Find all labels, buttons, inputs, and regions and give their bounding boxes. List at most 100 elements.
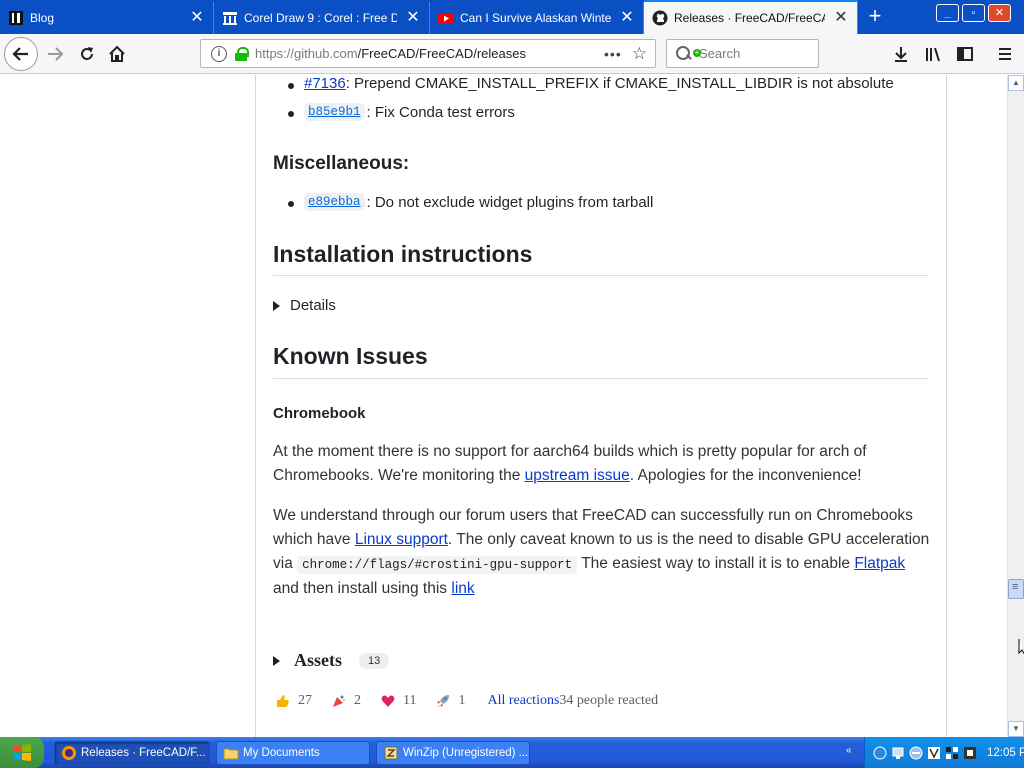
tab-label: Corel Draw 9 : Corel : Free Down xyxy=(244,11,397,25)
tab-label: Can I Survive Alaskan Winter wi xyxy=(460,11,611,25)
reaction-count: 27 xyxy=(298,693,312,708)
library-icon xyxy=(926,47,940,62)
gpu-flag-code: chrome://flags/#crostini-gpu-support xyxy=(297,556,578,574)
scroll-down-arrow[interactable]: ▼ xyxy=(1008,721,1024,737)
downloads-button[interactable] xyxy=(886,39,916,69)
upstream-issue-link[interactable]: upstream issue xyxy=(525,467,630,484)
rocket-icon xyxy=(436,694,450,708)
linux-support-link[interactable]: Linux support xyxy=(355,531,448,548)
new-tab-button[interactable]: + xyxy=(862,4,888,30)
bookmark-star-icon[interactable]: ☆ xyxy=(632,44,647,64)
chromebook-heading: Chromebook xyxy=(273,405,366,422)
chromebook-paragraph-2: We understand through our forum users th… xyxy=(273,504,933,601)
taskbar-item-winzip[interactable]: WinZip (Unregistered) ... xyxy=(376,741,530,765)
divider xyxy=(273,275,929,276)
back-button[interactable] xyxy=(4,37,38,71)
url-path: /FreeCAD/FreeCAD/releases xyxy=(357,46,526,61)
para-text: The easiest way to install it is to enab… xyxy=(577,555,855,572)
tab-alaskan[interactable]: Can I Survive Alaskan Winter wi ✕ xyxy=(430,2,644,34)
search-input[interactable]: + Search xyxy=(666,39,819,68)
mouse-cursor-icon xyxy=(1018,639,1024,655)
release-card: #7136 : Prepend CMAKE_INSTALL_PREFIX if … xyxy=(255,75,947,737)
commit-link[interactable]: b85e9b1 xyxy=(304,103,365,121)
page-actions-button[interactable]: ••• xyxy=(604,46,622,62)
tray-expand-icon[interactable]: « xyxy=(846,745,860,759)
info-icon[interactable]: i xyxy=(211,45,227,62)
tray-minus-icon[interactable] xyxy=(909,746,923,760)
tab-blog[interactable]: Blog ✕ xyxy=(0,2,214,34)
details-toggle[interactable]: Details xyxy=(273,297,336,314)
taskbar-item-label: My Documents xyxy=(243,747,320,759)
reaction-heart[interactable]: 11 xyxy=(381,693,416,709)
forward-button[interactable] xyxy=(40,39,70,69)
menu-button[interactable] xyxy=(990,39,1020,69)
tab-label: Blog xyxy=(30,11,55,25)
install-link[interactable]: link xyxy=(451,580,474,597)
winzip-icon xyxy=(383,745,399,761)
scroll-up-arrow[interactable]: ▲ xyxy=(1008,75,1024,91)
sidebar-button[interactable] xyxy=(950,39,980,69)
taskbar-item-my-documents[interactable]: My Documents xyxy=(216,741,370,765)
search-icon: + xyxy=(675,45,701,63)
tab-freecad-releases[interactable]: Releases · FreeCAD/FreeCAD ✕ xyxy=(644,0,858,34)
reload-button[interactable] xyxy=(72,39,102,69)
reaction-thumbs-up[interactable]: 27 xyxy=(276,693,312,709)
tray-help-icon[interactable] xyxy=(873,746,887,760)
archive-favicon xyxy=(222,10,238,26)
disclosure-triangle-icon xyxy=(273,300,280,311)
reaction-count: 1 xyxy=(458,693,466,708)
start-button[interactable] xyxy=(0,737,44,768)
scroll-thumb[interactable] xyxy=(1008,579,1024,599)
arrow-left-icon xyxy=(12,47,28,61)
people-reacted-text: 34 people reacted xyxy=(559,693,659,708)
installation-heading: Installation instructions xyxy=(273,241,533,267)
navigation-toolbar: i https://github.com/FreeCAD/FreeCAD/rel… xyxy=(0,34,1024,74)
tray-app-icon[interactable] xyxy=(927,746,941,760)
close-icon[interactable]: ✕ xyxy=(619,10,635,26)
windows-logo-icon xyxy=(13,743,31,761)
tab-corel[interactable]: Corel Draw 9 : Corel : Free Down ✕ xyxy=(214,2,430,34)
reaction-rocket[interactable]: 1 xyxy=(436,693,465,709)
taskbar-item-firefox[interactable]: Releases · FreeCAD/F... xyxy=(54,741,210,765)
close-window-button[interactable]: ✕ xyxy=(988,4,1011,22)
flatpak-link[interactable]: Flatpak xyxy=(854,555,905,572)
divider xyxy=(273,378,929,379)
maximize-button[interactable]: ▫ xyxy=(962,4,985,22)
home-button[interactable] xyxy=(102,39,132,69)
home-icon xyxy=(109,45,125,62)
disclosure-triangle-icon xyxy=(273,655,280,666)
hamburger-menu-icon xyxy=(999,48,1011,60)
issue-link[interactable]: #7136 xyxy=(304,75,346,92)
reaction-hooray[interactable]: 2 xyxy=(332,693,361,709)
reactions-bar: 27 2 11 1 All reactions 34 people reacte… xyxy=(276,693,658,709)
clock: 12:05 PM xyxy=(987,746,1024,759)
address-bar[interactable]: i https://github.com/FreeCAD/FreeCAD/rel… xyxy=(200,39,656,68)
close-icon[interactable]: ✕ xyxy=(405,10,421,26)
tray-grid-icon[interactable] xyxy=(945,746,959,760)
close-icon[interactable]: ✕ xyxy=(189,10,205,26)
minimize-button[interactable]: _ xyxy=(936,4,959,22)
list-item-text: : Prepend CMAKE_INSTALL_PREFIX if CMAKE_… xyxy=(345,75,894,92)
github-favicon xyxy=(652,10,668,26)
details-label: Details xyxy=(290,297,336,314)
tray-volume-icon[interactable] xyxy=(963,746,977,760)
close-icon[interactable]: ✕ xyxy=(833,10,849,26)
tab-label: Releases · FreeCAD/FreeCAD xyxy=(674,11,825,25)
search-placeholder: Search xyxy=(699,46,741,61)
youtube-favicon xyxy=(438,10,454,26)
taskbar-item-label: WinZip (Unregistered) ... xyxy=(403,747,529,759)
firefox-icon xyxy=(61,745,77,761)
lock-icon xyxy=(235,46,249,61)
url-text[interactable]: https://github.com/FreeCAD/FreeCAD/relea… xyxy=(255,46,604,61)
list-item-text: : Do not exclude widget plugins from tar… xyxy=(366,193,654,211)
library-button[interactable] xyxy=(918,39,948,69)
party-popper-icon xyxy=(332,694,346,708)
url-host: https://github.com xyxy=(255,46,358,61)
para-text: and then install using this xyxy=(273,580,452,597)
assets-toggle[interactable]: Assets 13 xyxy=(273,650,390,671)
reload-icon xyxy=(81,47,93,60)
tray-network-icon[interactable] xyxy=(891,746,905,760)
folder-icon xyxy=(223,745,239,761)
all-reactions-link[interactable]: All reactions xyxy=(487,693,559,709)
commit-link[interactable]: e89ebba xyxy=(304,193,365,211)
